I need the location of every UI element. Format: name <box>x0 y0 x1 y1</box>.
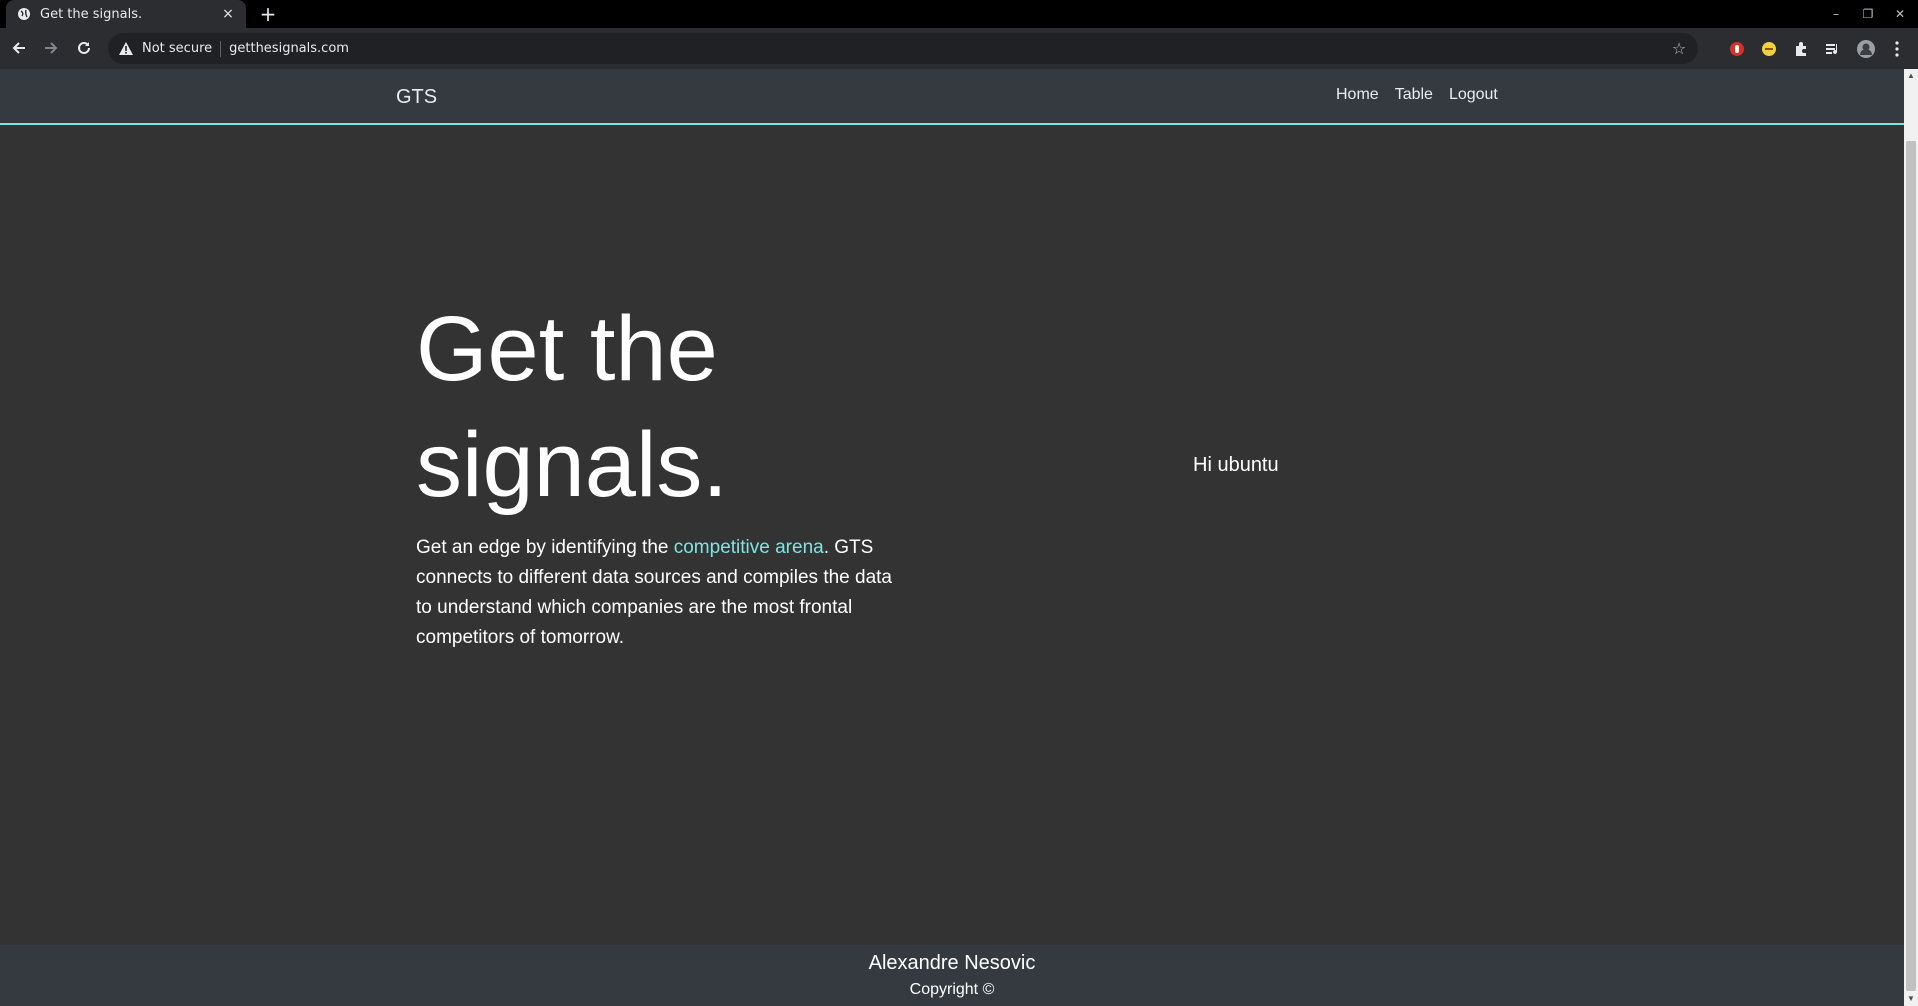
nav-table-link[interactable]: Table <box>1395 86 1433 104</box>
restore-button[interactable]: ❐ <box>1852 0 1884 28</box>
nav-logout-link[interactable]: Logout <box>1449 86 1498 104</box>
hero-title-line1: Get the <box>416 298 718 400</box>
page-content: GTS Home Table Logout Get the signals. G… <box>0 69 1904 1006</box>
profile-icon[interactable] <box>1855 38 1877 60</box>
tab-title: Get the signals. <box>40 6 143 22</box>
extension-adblock-icon[interactable] <box>1726 38 1748 60</box>
omnibox-divider <box>220 40 222 57</box>
minimize-button[interactable]: – <box>1820 0 1852 28</box>
scrollbar-thumb[interactable] <box>1906 141 1916 991</box>
footer-author: Alexandre Nesovic <box>868 952 1036 974</box>
warning-icon[interactable] <box>118 41 134 57</box>
page-scrollbar[interactable]: ▲ ▼ <box>1904 69 1918 1006</box>
nav-links: Home Table Logout <box>1336 86 1498 104</box>
browser-tab[interactable]: Get the signals. × <box>6 0 246 28</box>
footer-copyright: Copyright © <box>909 981 995 998</box>
extension-yellow-icon[interactable] <box>1758 38 1780 60</box>
security-label[interactable]: Not secure <box>142 41 212 56</box>
user-greeting: Hi ubuntu <box>1193 454 1279 476</box>
address-bar[interactable]: Not secure getthesignals.com ☆ <box>108 33 1698 64</box>
media-control-icon[interactable] <box>1822 38 1844 60</box>
site-navbar: GTS Home Table Logout <box>0 69 1904 125</box>
scroll-up-icon[interactable]: ▲ <box>1904 69 1918 83</box>
new-tab-button[interactable]: + <box>256 2 280 26</box>
reload-icon[interactable] <box>72 36 96 60</box>
menu-icon[interactable] <box>1886 38 1908 60</box>
back-icon[interactable] <box>7 36 31 60</box>
browser-toolbar: Not secure getthesignals.com ☆ <box>0 28 1918 69</box>
site-footer: Alexandre Nesovic Copyright © <box>0 945 1904 1006</box>
tab-close-icon[interactable]: × <box>220 6 236 22</box>
close-window-button[interactable]: ✕ <box>1884 0 1916 28</box>
url-text[interactable]: getthesignals.com <box>229 41 349 56</box>
globe-icon <box>16 6 32 22</box>
nav-home-link[interactable]: Home <box>1336 86 1379 104</box>
star-icon[interactable]: ☆ <box>1670 40 1688 58</box>
brand-logo[interactable]: GTS <box>396 86 437 109</box>
competitive-arena-highlight: competitive arena <box>673 537 824 558</box>
tab-strip: Get the signals. × + – ❐ ✕ <box>0 0 1918 28</box>
hero-description: Get an edge by identifying the competiti… <box>416 533 906 653</box>
scroll-down-icon[interactable]: ▼ <box>1904 992 1918 1006</box>
forward-icon[interactable] <box>39 36 63 60</box>
hero-section: Get the signals. Get an edge by identify… <box>416 291 916 653</box>
hero-title-line2: signals. <box>416 414 728 516</box>
hero-title: Get the signals. <box>416 291 816 523</box>
hero-body-start: Get an edge by identifying the <box>416 537 674 558</box>
extension-icon[interactable] <box>1790 38 1812 60</box>
